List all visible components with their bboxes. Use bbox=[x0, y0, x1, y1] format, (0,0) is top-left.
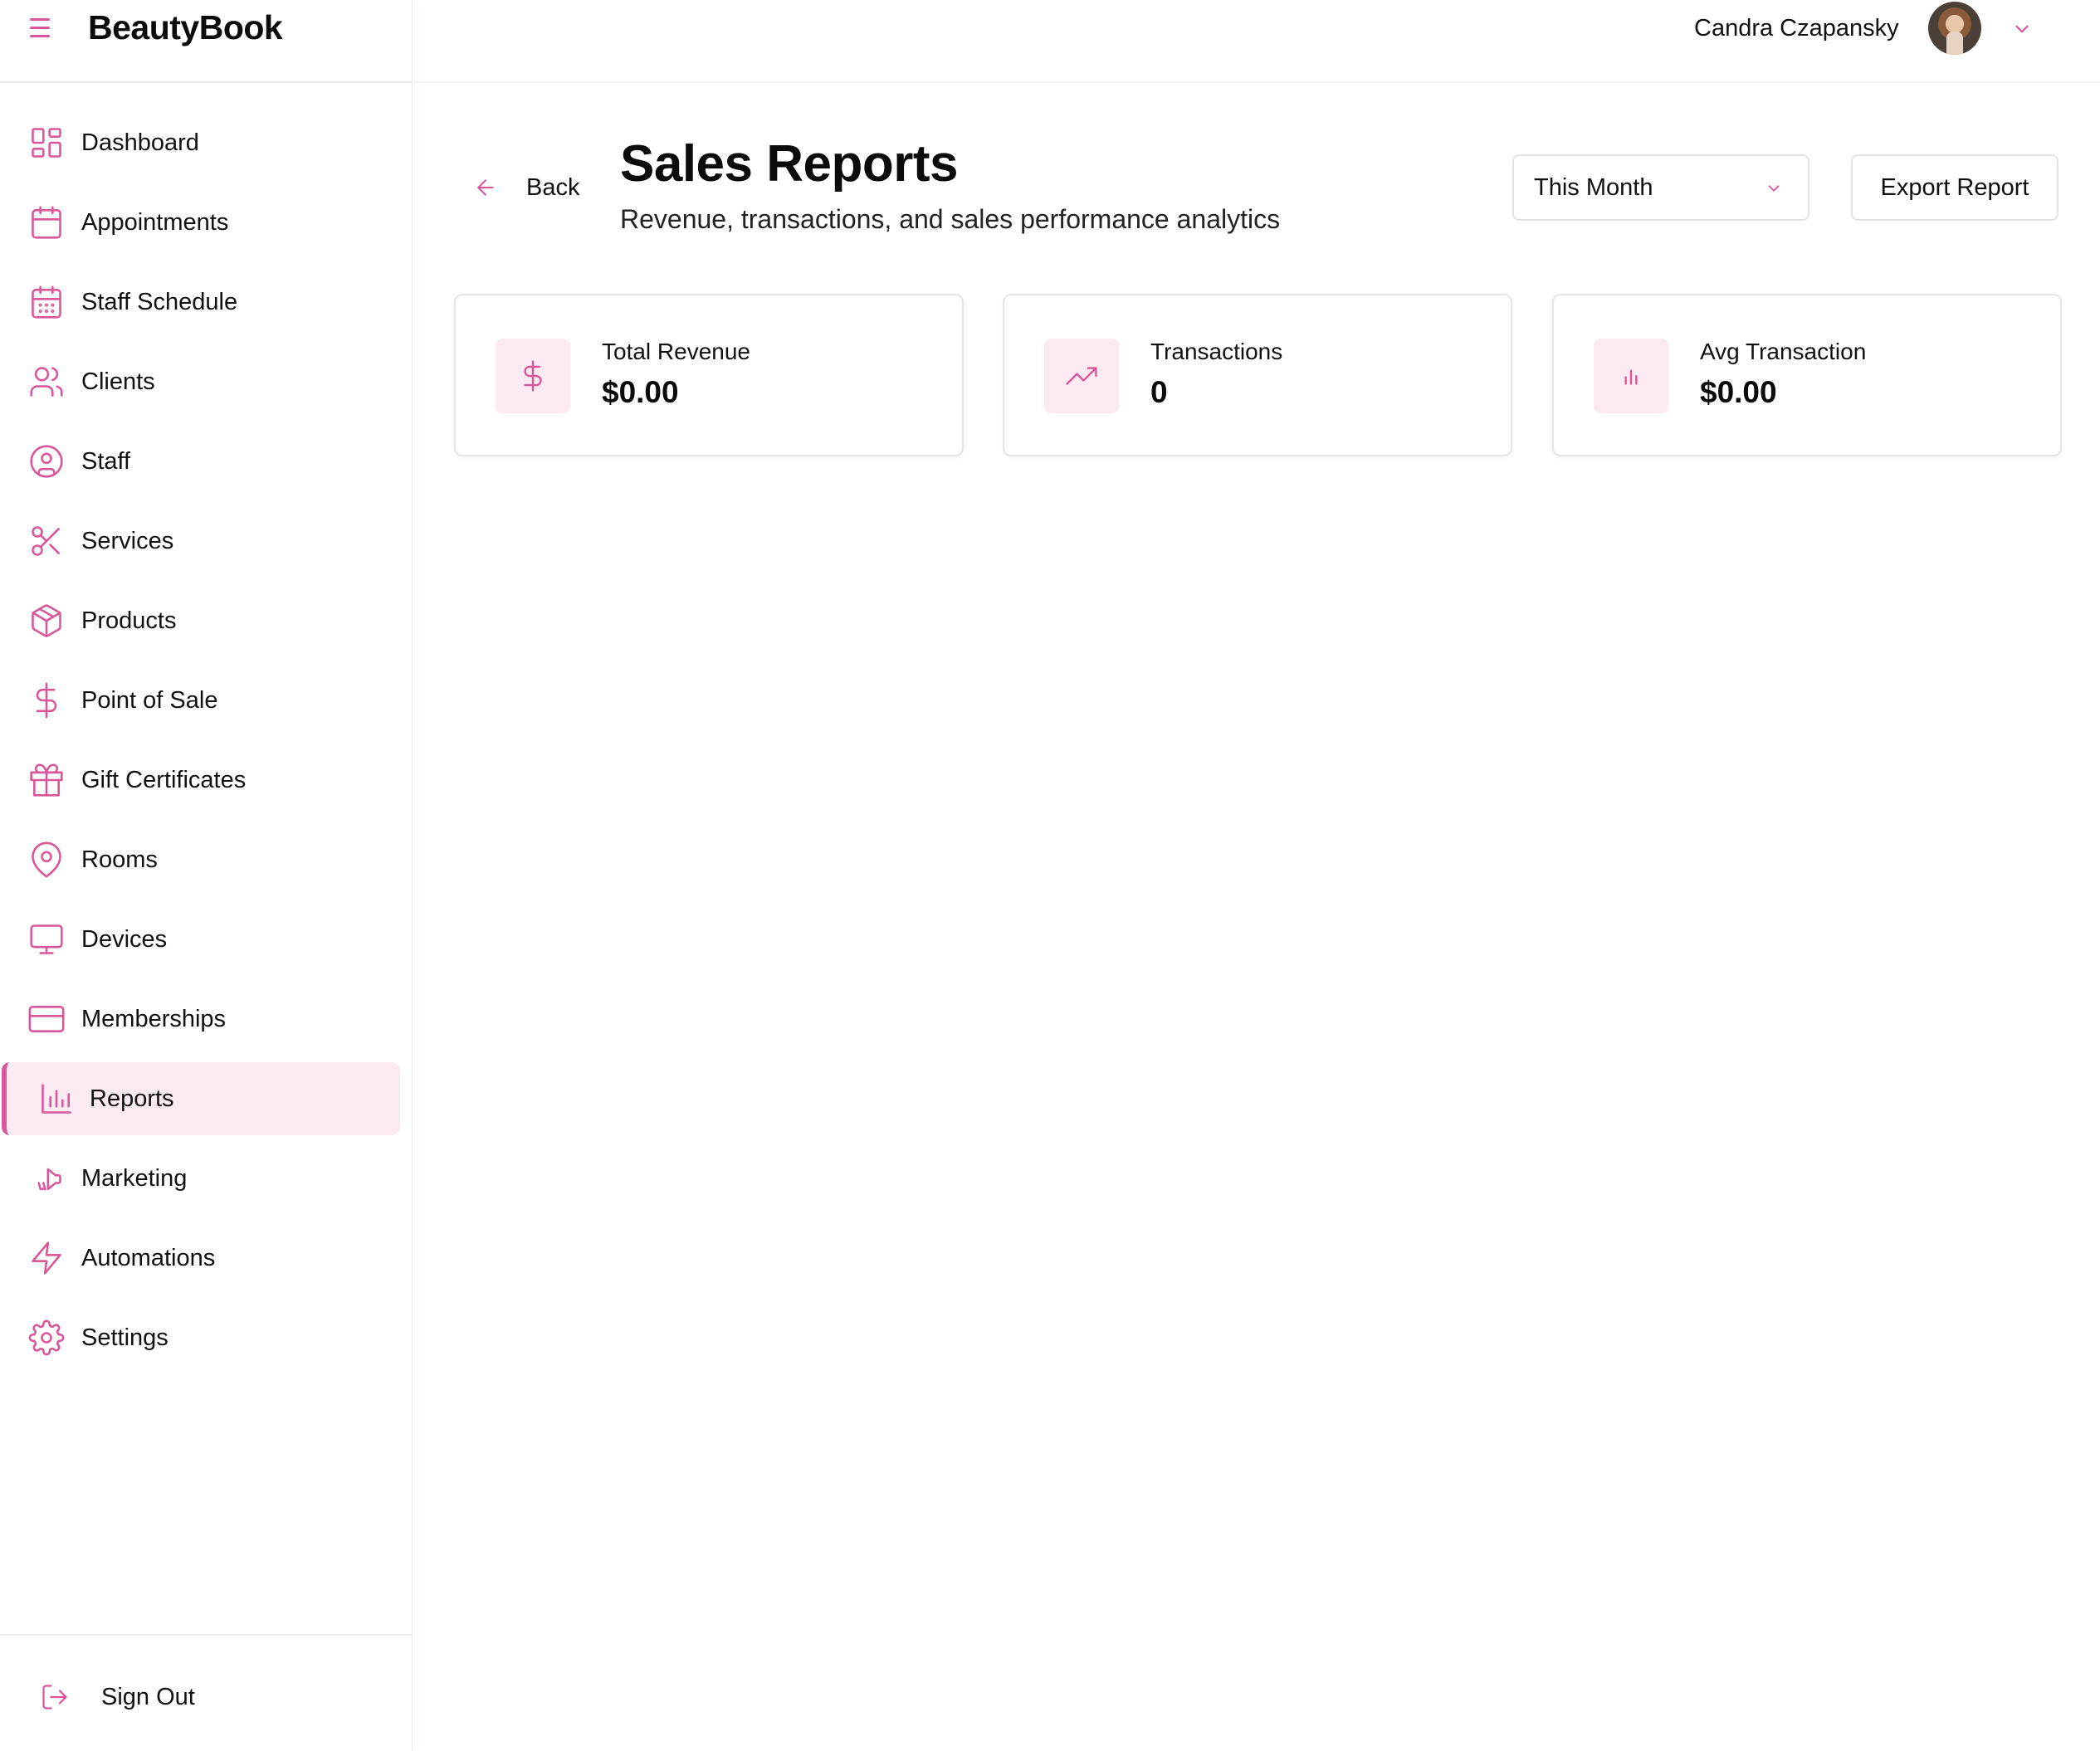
sidebar-item-label: Point of Sale bbox=[81, 686, 218, 714]
sidebar-item-services[interactable]: Services bbox=[0, 505, 413, 578]
bar-chart-icon bbox=[1624, 369, 1638, 385]
back-button[interactable]: Back bbox=[473, 168, 579, 207]
gift-icon bbox=[30, 763, 63, 797]
sidebar-item-label: Marketing bbox=[81, 1164, 188, 1192]
sidebar-item-settings[interactable]: Settings bbox=[0, 1301, 413, 1374]
avatar[interactable] bbox=[1928, 2, 1981, 55]
sidebar-item-gift-certificates[interactable]: Gift Certificates bbox=[0, 744, 413, 817]
sidebar-item-label: Devices bbox=[81, 925, 168, 953]
sidebar-item-label: Services bbox=[81, 527, 174, 554]
megaphone-icon bbox=[37, 1168, 61, 1191]
app-root: BeautyBook Dashboard Appointments Staff … bbox=[0, 0, 2100, 1751]
stat-icon-box bbox=[496, 339, 570, 413]
page-title: Sales Reports bbox=[620, 135, 959, 193]
sidebar-item-label: Rooms bbox=[81, 846, 158, 873]
dollar-sign-icon bbox=[524, 360, 542, 392]
stat-card-total-revenue: Total Revenue $0.00 bbox=[454, 294, 964, 456]
stat-label: Transactions bbox=[1150, 339, 1283, 364]
sidebar-item-devices[interactable]: Devices bbox=[0, 903, 413, 976]
top-bar: Candra Czapansky bbox=[413, 0, 2100, 83]
map-pin-icon bbox=[32, 841, 61, 878]
sidebar-item-products[interactable]: Products bbox=[0, 584, 413, 657]
sidebar-item-label: Gift Certificates bbox=[81, 766, 247, 793]
scissors-icon bbox=[32, 526, 60, 556]
sidebar-item-clients[interactable]: Clients bbox=[0, 345, 413, 418]
calendar-icon bbox=[32, 206, 61, 239]
sidebar-item-reports[interactable]: Reports bbox=[2, 1062, 400, 1135]
arrow-left-icon bbox=[477, 179, 494, 196]
sidebar-item-label: Products bbox=[81, 607, 177, 634]
sidebar-item-marketing[interactable]: Marketing bbox=[0, 1142, 413, 1215]
sign-out-button[interactable]: Sign Out bbox=[0, 1660, 413, 1734]
sidebar-item-staff[interactable]: Staff bbox=[0, 425, 413, 498]
back-label: Back bbox=[526, 173, 580, 201]
sidebar-item-memberships[interactable]: Memberships bbox=[0, 983, 413, 1056]
layout-grid-icon bbox=[32, 128, 61, 158]
page-subtitle: Revenue, transactions, and sales perform… bbox=[620, 204, 1281, 234]
brand-bar: BeautyBook bbox=[0, 0, 412, 83]
stat-icon-box bbox=[1594, 339, 1668, 413]
sidebar-item-label: Memberships bbox=[81, 1005, 227, 1032]
sidebar-divider bbox=[0, 1634, 413, 1636]
sidebar-item-label: Settings bbox=[81, 1324, 168, 1351]
user-name: Candra Czapansky bbox=[1694, 15, 1899, 41]
sidebar-item-appointments[interactable]: Appointments bbox=[0, 186, 413, 259]
menu-toggle-icon[interactable] bbox=[30, 18, 55, 40]
sidebar-item-label: Clients bbox=[81, 368, 155, 395]
calendar-days-icon bbox=[32, 285, 61, 319]
log-out-icon bbox=[42, 1685, 67, 1710]
sidebar-item-staff-schedule[interactable]: Staff Schedule bbox=[0, 266, 413, 339]
brand-title: BeautyBook bbox=[88, 8, 283, 46]
gear-icon bbox=[28, 1319, 65, 1356]
bar-chart-icon bbox=[42, 1084, 71, 1114]
dollar-sign-icon bbox=[36, 682, 57, 719]
stat-card-transactions: Transactions 0 bbox=[1003, 294, 1512, 456]
chevron-down-icon[interactable] bbox=[2011, 18, 2033, 40]
sidebar-item-dashboard[interactable]: Dashboard bbox=[0, 106, 413, 179]
sidebar-item-label: Automations bbox=[81, 1244, 216, 1271]
sidebar-item-point-of-sale[interactable]: Point of Sale bbox=[0, 664, 413, 737]
stat-value: $0.00 bbox=[602, 375, 679, 409]
stat-card-avg-transaction: Avg Transaction $0.00 bbox=[1552, 294, 2062, 456]
sidebar-item-label: Staff Schedule bbox=[81, 288, 238, 315]
sidebar-item-label: Appointments bbox=[81, 208, 229, 236]
monitor-icon bbox=[30, 924, 63, 954]
stat-label: Avg Transaction bbox=[1700, 339, 1867, 364]
users-icon bbox=[30, 367, 63, 397]
sidebar-item-label: Dashboard bbox=[81, 129, 199, 156]
trending-up-icon bbox=[1066, 367, 1097, 385]
sign-out-label: Sign Out bbox=[101, 1683, 195, 1710]
sidebar-item-label: Staff bbox=[81, 447, 131, 475]
credit-card-icon bbox=[28, 1006, 65, 1032]
sidebar-item-automations[interactable]: Automations bbox=[0, 1222, 413, 1295]
stat-value: $0.00 bbox=[1700, 375, 1777, 409]
sidebar: BeautyBook Dashboard Appointments Staff … bbox=[0, 0, 413, 1751]
stat-value: 0 bbox=[1150, 375, 1168, 409]
period-select-value: This Month bbox=[1534, 174, 1653, 201]
export-report-button[interactable]: Export Report bbox=[1851, 154, 2058, 221]
period-select[interactable]: This Month bbox=[1512, 154, 1809, 221]
zap-icon bbox=[32, 1241, 61, 1275]
main-content: Back Sales Reports Revenue, transactions… bbox=[413, 83, 2100, 1751]
package-icon bbox=[32, 604, 61, 637]
stat-label: Total Revenue bbox=[602, 339, 751, 364]
user-circle-icon bbox=[30, 445, 63, 478]
chevron-down-icon bbox=[1768, 185, 1780, 192]
sidebar-item-rooms[interactable]: Rooms bbox=[0, 823, 413, 896]
sidebar-item-label: Reports bbox=[90, 1085, 174, 1112]
stat-icon-box bbox=[1044, 339, 1119, 413]
